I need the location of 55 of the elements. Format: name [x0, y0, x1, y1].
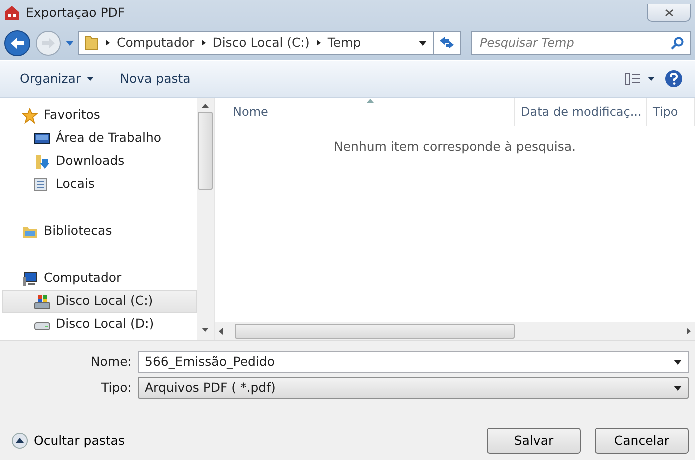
left-arrow-icon	[219, 328, 223, 334]
desktop-icon	[34, 130, 50, 146]
chevron-icon	[105, 39, 111, 47]
caret-icon[interactable]	[419, 40, 427, 46]
vertical-scrollbar[interactable]	[197, 98, 214, 340]
star-icon	[22, 108, 38, 124]
hide-folders-button[interactable]: Ocultar pastas	[12, 432, 125, 450]
down-arrow-icon	[202, 328, 209, 332]
horizontal-scrollbar[interactable]	[215, 322, 695, 340]
back-icon[interactable]	[4, 30, 31, 56]
field-label: Tipo:	[100, 378, 132, 397]
sidebar-item[interactable]: Disco Local (C:)	[2, 290, 197, 313]
file-name-field[interactable]: 566_Emissão_Pedido	[138, 351, 689, 373]
search-icon[interactable]	[671, 36, 684, 50]
refresh-icon[interactable]	[439, 36, 455, 50]
cancel-button[interactable]: Cancelar	[595, 428, 689, 454]
window-title: Exportaçao PDF	[26, 4, 126, 22]
sidebar-item[interactable]: Área de Trabalho	[0, 127, 197, 150]
organize-button[interactable]: Organizar	[12, 68, 102, 90]
column-header[interactable]: Data de modificaç...	[515, 98, 647, 126]
sidebar-item[interactable]: Bibliotecas	[0, 220, 197, 243]
right-arrow-icon	[687, 328, 691, 334]
documents-icon	[34, 176, 50, 192]
caret-icon	[674, 360, 682, 364]
breadcrumb-item[interactable]: Disco Local (C:)	[212, 34, 310, 52]
chevron-icon	[200, 39, 207, 47]
sidebar-item[interactable]: Downloads	[0, 150, 197, 173]
field-label: Nome:	[90, 352, 132, 371]
sidebar-item[interactable]: Computador	[0, 267, 197, 290]
save-button[interactable]: Salvar	[487, 428, 581, 454]
sidebar-item[interactable]: Locais	[0, 173, 197, 196]
sidebar-item[interactable]: Disco Local (D:)	[0, 313, 197, 336]
breadcrumb-item[interactable]: Computador	[117, 34, 195, 52]
collapse-icon	[12, 433, 28, 449]
close-button[interactable]	[647, 4, 691, 22]
drive-icon	[34, 294, 50, 310]
help-icon[interactable]	[665, 70, 683, 88]
computer-icon	[22, 270, 38, 286]
column-header[interactable]: Tipo	[647, 98, 695, 126]
file-type-dropdown[interactable]: Arquivos PDF ( *.pdf)	[138, 377, 689, 399]
view-icon[interactable]	[625, 72, 655, 86]
download-folder-icon	[34, 154, 50, 170]
empty-message: Nenhum item corresponde à pesquisa.	[332, 138, 578, 156]
close-icon	[664, 8, 674, 16]
folder-icon	[85, 35, 99, 51]
breadcrumb-item[interactable]: Temp	[328, 34, 362, 52]
up-arrow-icon	[202, 104, 209, 108]
address-bar[interactable]: Computador Disco Local (C:) Temp	[78, 31, 461, 55]
search-box[interactable]: Pesquisar Temp	[471, 31, 691, 55]
caret-icon	[87, 77, 94, 81]
new-folder-button[interactable]: Nova pasta	[112, 68, 199, 90]
chevron-icon	[316, 39, 322, 47]
sidebar-item[interactable]: Favoritos	[0, 104, 197, 127]
caret-icon	[674, 386, 682, 390]
app-icon	[4, 5, 20, 21]
